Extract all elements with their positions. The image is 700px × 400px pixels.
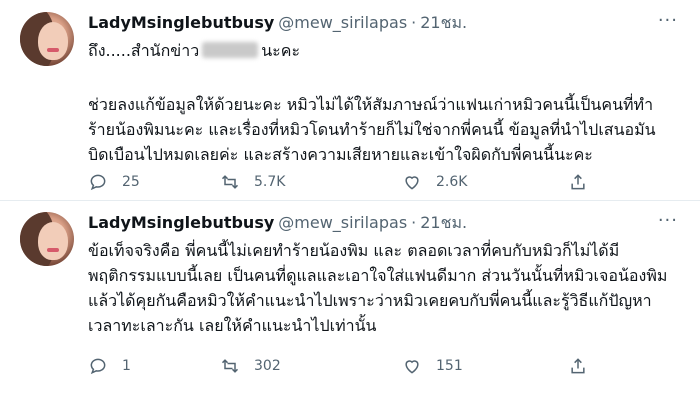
user-handle[interactable]: @mew_sirilapas xyxy=(278,13,407,32)
reply-button[interactable]: 1 xyxy=(88,354,131,378)
share-upload-icon xyxy=(571,358,585,374)
timestamp[interactable]: 21ชม. xyxy=(420,13,467,32)
heart-icon xyxy=(405,176,419,190)
avatar[interactable] xyxy=(20,212,74,266)
tweet-actions: 1 302 151 xyxy=(88,354,608,378)
tweet-header: LadyMsinglebutbusy @mew_sirilapas · 21ชม. xyxy=(88,212,467,234)
tweet-actions: 25 5.7K 2.6K xyxy=(88,170,608,194)
share-button[interactable] xyxy=(568,354,602,378)
retweet-button[interactable]: 5.7K xyxy=(220,170,285,194)
share-upload-icon xyxy=(571,174,585,190)
tweet-text-line: ถึง.....สำนักข่าว นะคะ xyxy=(88,38,678,63)
more-options-icon[interactable]: ··· xyxy=(658,10,678,31)
tweet-header: LadyMsinglebutbusy @mew_sirilapas · 21ชม. xyxy=(88,12,467,34)
display-name[interactable]: LadyMsinglebutbusy xyxy=(88,13,274,32)
tweet-text-part: นะคะ xyxy=(261,41,301,60)
redacted-blur xyxy=(202,42,259,58)
speech-bubble-icon xyxy=(90,174,106,191)
tweet-feed: LadyMsinglebutbusy @mew_sirilapas · 21ชม. ·… xyxy=(0,0,700,400)
tweet-text: ข้อเท็จจริงคือ พี่คนนี้ไม่เคยทำร้ายน้องพ… xyxy=(88,241,668,335)
tweet-text-part: ถึง.....สำนักข่าว xyxy=(88,41,200,60)
timestamp[interactable]: 21ชม. xyxy=(420,213,467,232)
retweet-count: 302 xyxy=(254,358,281,374)
like-count: 2.6K xyxy=(436,174,468,190)
retweet-arrows-icon xyxy=(221,359,239,373)
share-button[interactable] xyxy=(568,170,602,194)
tweet[interactable]: LadyMsinglebutbusy @mew_sirilapas · 21ชม. ·… xyxy=(0,200,700,400)
reply-count: 1 xyxy=(122,358,131,374)
retweet-button[interactable]: 302 xyxy=(220,354,281,378)
reply-count: 25 xyxy=(122,174,140,190)
like-button[interactable]: 2.6K xyxy=(402,170,467,194)
avatar[interactable] xyxy=(20,12,74,66)
speech-bubble-icon xyxy=(90,358,106,375)
like-count: 151 xyxy=(436,358,463,374)
user-handle[interactable]: @mew_sirilapas xyxy=(278,213,407,232)
heart-icon xyxy=(405,360,419,374)
display-name[interactable]: LadyMsinglebutbusy xyxy=(88,213,274,232)
more-options-icon[interactable]: ··· xyxy=(658,210,678,231)
tweet[interactable]: LadyMsinglebutbusy @mew_sirilapas · 21ชม. ·… xyxy=(0,0,700,200)
retweet-count: 5.7K xyxy=(254,174,286,190)
retweet-arrows-icon xyxy=(221,175,239,189)
reply-button[interactable]: 25 xyxy=(88,170,140,194)
separator-dot: · xyxy=(411,13,417,32)
like-button[interactable]: 151 xyxy=(402,354,463,378)
tweet-text: ช่วยลงแก้ข้อมูลให้ด้วยนะคะ หมิวไม่ได้ให้… xyxy=(88,95,656,164)
separator-dot: · xyxy=(411,213,417,232)
